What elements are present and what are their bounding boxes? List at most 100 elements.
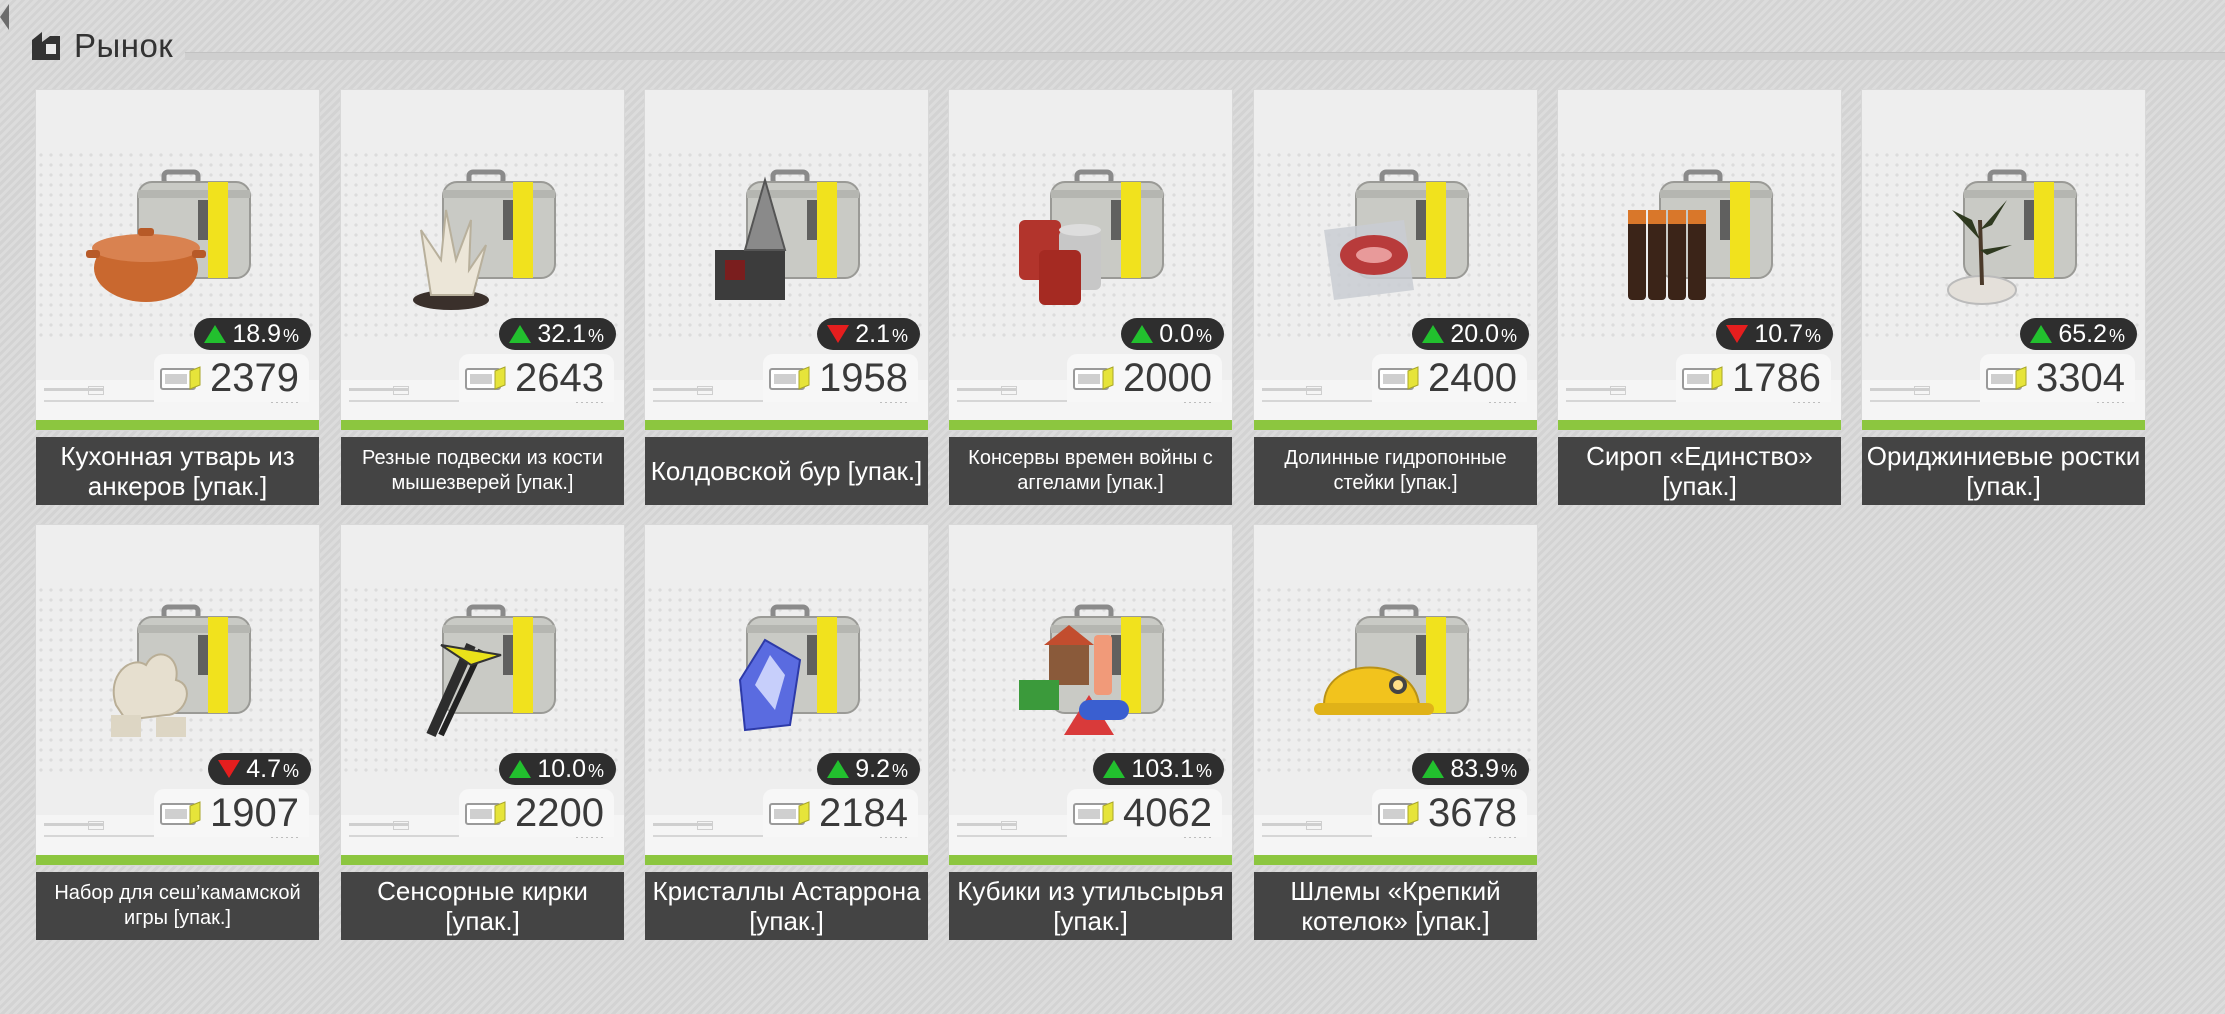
price-tag: 2000 [1067,354,1222,402]
market-item-card[interactable]: 4.7% 1907 Набор для сеш’камамской игры [… [36,525,319,959]
price-change-badge: 2.1% [817,318,920,350]
market-item-card[interactable]: 65.2% 3304 Ориджиниевые ростки [упак.] [1862,90,2145,524]
item-price: 1958 [819,355,908,400]
item-name: Набор для сеш’камамской игры [упак.] [36,872,319,940]
item-panel: 103.1% 4062 [949,525,1232,865]
price-tag: 1958 [763,354,918,402]
market-item-card[interactable]: 2.1% 1958 Колдовской бур [упак.] [645,90,928,524]
price-tag: 1786 [1676,354,1831,402]
price-tag: 2200 [459,789,614,837]
trend-up-arrow-icon [509,325,532,343]
trend-up-arrow-icon [2030,325,2053,343]
item-name: Сироп «Единство» [упак.] [1558,437,1841,505]
trend-up-arrow-icon [1103,760,1126,778]
item-name: Кухонная утварь из анкеров [упак.] [36,437,319,505]
accent-bar [36,420,319,430]
price-change-badge: 10.7% [1716,318,1833,350]
market-item-card[interactable]: 18.9% 2379 Кухонная утварь из анкеров [у… [36,90,319,524]
trend-down-arrow-icon [1726,325,1749,343]
percent-sign: % [282,760,299,781]
price-change-value: 18.9 [232,319,281,348]
item-panel: 2.1% 1958 [645,90,928,430]
ticket-coin-icon [1073,801,1114,825]
price-tag: 1907 [154,789,309,837]
price-change-value: 0.0 [1159,319,1194,348]
trend-up-arrow-icon [1422,760,1445,778]
market-item-card[interactable]: 10.7% 1786 Сироп «Единство» [упак.] [1558,90,1841,524]
price-tag: 3678 [1372,789,1527,837]
item-name: Ориджиниевые ростки [упак.] [1862,437,2145,505]
item-image [1324,169,1469,300]
market-item-card[interactable]: 103.1% 4062 Кубики из утильсырья [упак.] [949,525,1232,959]
ticket-coin-icon [1073,366,1114,390]
market-item-card[interactable]: 83.9% 3678 Шлемы «Крепкий котелок» [упак… [1254,525,1537,959]
price-change-value: 65.2 [2058,319,2107,348]
page-title: Рынок [74,27,174,64]
item-panel: 9.2% 2184 [645,525,928,865]
item-image [426,604,556,738]
header-divider [185,52,2225,60]
price-change-badge: 0.0% [1121,318,1224,350]
ticket-coin-icon [1986,366,2027,390]
market-item-card[interactable]: 10.0% 2200 Сенсорные кирки [упак.] [341,525,624,959]
accent-bar [645,855,928,865]
price-tag: 2643 [459,354,614,402]
price-tag: 3304 [1980,354,2135,402]
item-image [86,169,251,302]
price-tag: 4062 [1067,789,1222,837]
accent-bar [1254,420,1537,430]
item-price: 2200 [515,790,604,835]
accent-bar [341,855,624,865]
item-panel: 65.2% 3304 [1862,90,2145,430]
market-item-card[interactable]: 0.0% 2000 Консервы времен войны с аггела… [949,90,1232,524]
item-panel: 0.0% 2000 [949,90,1232,430]
price-change-badge: 18.9% [194,318,311,350]
page-header: Рынок [30,26,173,66]
market-item-card[interactable]: 20.0% 2400 Долинные гидропонные стейки [… [1254,90,1537,524]
trend-down-arrow-icon [827,325,850,343]
item-name: Сенсорные кирки [упак.] [341,872,624,940]
trend-down-arrow-icon [218,760,241,778]
percent-sign: % [2108,325,2125,346]
price-change-badge: 103.1% [1093,753,1224,785]
ticket-coin-icon [1682,366,1723,390]
canned-food-icon [1019,220,1101,305]
item-price: 2379 [210,355,299,400]
price-change-value: 10.7 [1754,319,1803,348]
item-price: 1907 [210,790,299,835]
item-name: Кристаллы Астаррона [упак.] [645,872,928,940]
item-name: Кубики из утильсырья [упак.] [949,872,1232,940]
percent-sign: % [891,760,908,781]
item-image [1947,169,2077,305]
percent-sign: % [1804,325,1821,346]
item-name: Долинные гидропонные стейки [упак.] [1254,437,1537,505]
market-item-card[interactable]: 9.2% 2184 Кристаллы Астаррона [упак.] [645,525,928,959]
item-name: Колдовской бур [упак.] [645,437,928,505]
ticket-coin-icon [1378,801,1419,825]
item-price: 4062 [1123,790,1212,835]
item-name: Резные подвески из кости мышезверей [упа… [341,437,624,505]
percent-sign: % [587,760,604,781]
ticket-coin-icon [769,801,810,825]
item-image [1314,604,1469,715]
price-change-value: 32.1 [537,319,586,348]
back-nub[interactable] [0,4,9,30]
price-change-value: 10.0 [537,754,586,783]
item-panel: 20.0% 2400 [1254,90,1537,430]
market-item-card[interactable]: 32.1% 2643 Резные подвески из кости мыше… [341,90,624,524]
ticket-coin-icon [769,366,810,390]
item-price: 3304 [2036,355,2125,400]
ticket-coin-icon [160,801,201,825]
accent-bar [341,420,624,430]
percent-sign: % [1500,325,1517,346]
item-panel: 83.9% 3678 [1254,525,1537,865]
item-image [1019,604,1164,735]
accent-bar [949,855,1232,865]
item-price: 2184 [819,790,908,835]
price-change-badge: 9.2% [817,753,920,785]
trend-up-arrow-icon [204,325,227,343]
accent-bar [949,420,1232,430]
price-tag: 2400 [1372,354,1527,402]
item-image [111,604,251,737]
trend-up-arrow-icon [1131,325,1154,343]
